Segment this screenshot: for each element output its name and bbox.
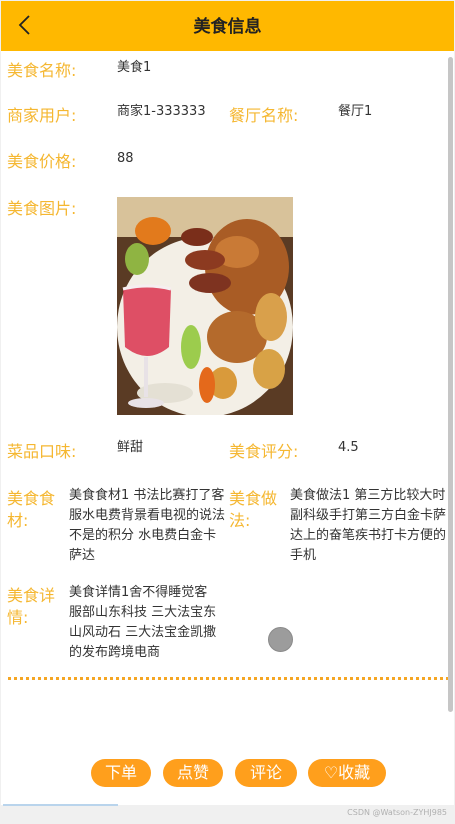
merchant-label: 商家用户: [7, 106, 77, 125]
header-bar: 美食信息 [1, 1, 454, 51]
watermark: CSDN @Watson-ZYHJ985 [347, 808, 447, 817]
ingredients-value: 美食食材1 书法比赛打了客服水电费背景看电视的说法不是的积分 水电费白金卡萨达 [69, 488, 226, 563]
rating-value: 4.5 [338, 440, 359, 455]
ingredients-label-line-2: 材: [7, 511, 29, 530]
details-label-line-2: 情: [7, 608, 29, 627]
ingredients-label: 美食食 材: [7, 488, 65, 532]
dotted-divider [8, 677, 449, 680]
order-button[interactable]: 下单 [91, 759, 151, 787]
price-value: 88 [117, 151, 134, 166]
scrollbar[interactable] [448, 57, 453, 712]
restaurant-value: 餐厅1 [338, 104, 373, 119]
rating-label: 美食评分: [229, 442, 299, 461]
food-name-label: 美食名称: [7, 61, 77, 80]
details-label-line-1: 美食详 [7, 586, 56, 605]
food-image [117, 197, 293, 415]
detail-page: 美食信息 美食名称: 美食1 商家用户: 商家1-333333 餐厅名称: 餐厅… [1, 1, 454, 805]
bottom-edge-line [3, 804, 118, 806]
method-label-line-2: 法: [229, 511, 251, 530]
favorite-button[interactable]: ♡收藏 [308, 759, 386, 787]
taste-label: 菜品口味: [7, 442, 77, 461]
comment-button[interactable]: 评论 [235, 759, 297, 787]
price-label: 美食价格: [7, 152, 77, 171]
merchant-value: 商家1-333333 [117, 104, 206, 119]
food-name-value: 美食1 [117, 60, 152, 75]
method-label: 美食做 法: [229, 488, 287, 532]
page-title: 美食信息 [193, 17, 262, 37]
method-value: 美食做法1 第三方比较大时副科级手打第三方白金卡萨达上的奋笔疾书打卡方便的手机 [290, 488, 447, 563]
restaurant-label: 餐厅名称: [229, 106, 299, 125]
image-label: 美食图片: [7, 199, 77, 218]
like-button[interactable]: 点赞 [163, 759, 223, 787]
details-label: 美食详 情: [7, 585, 65, 629]
floating-dot[interactable] [268, 627, 293, 652]
ingredients-label-line-1: 美食食 [7, 489, 56, 508]
details-value: 美食详情1舍不得睡觉客服部山东科技 三大法宝东山风动石 三大法宝金凯撒的发布跨境… [69, 585, 217, 660]
method-label-line-1: 美食做 [229, 489, 278, 508]
taste-value: 鲜甜 [117, 440, 144, 455]
